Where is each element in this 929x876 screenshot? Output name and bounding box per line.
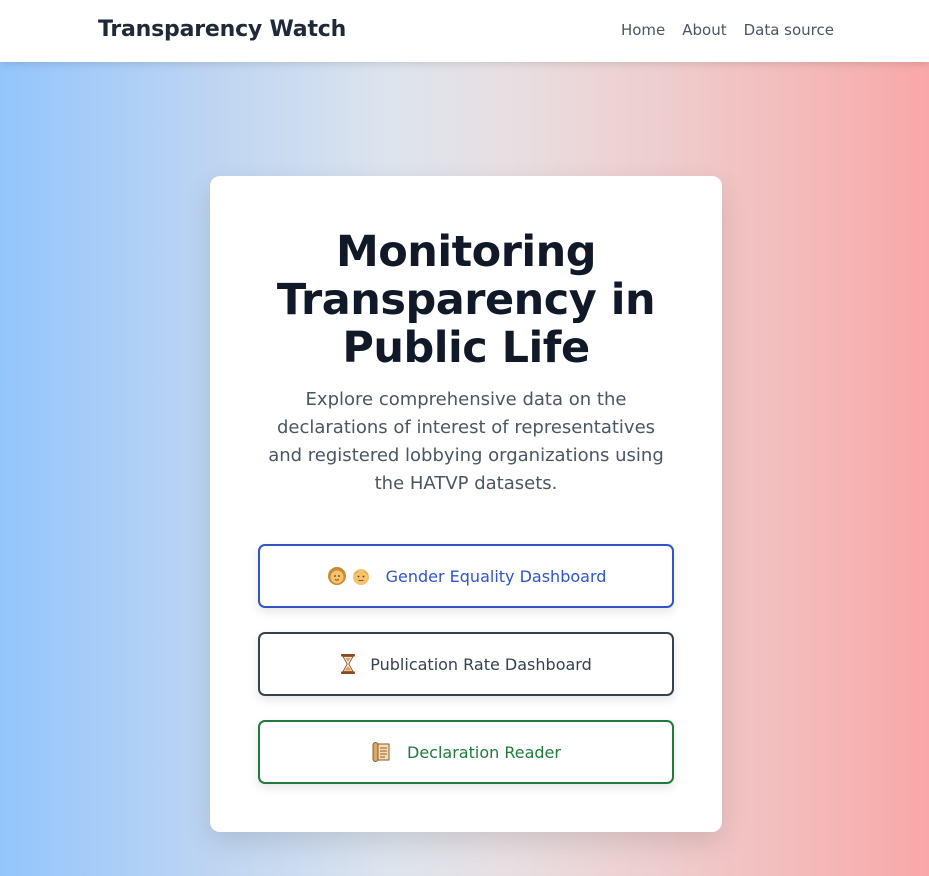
gender-equality-dashboard-button[interactable]: Gender Equality Dashboard — [258, 544, 674, 608]
brand-logo-text[interactable]: Transparency Watch — [98, 17, 346, 42]
top-navbar: Transparency Watch Home About Data sourc… — [0, 0, 929, 62]
nav-link-about[interactable]: About — [682, 21, 726, 39]
hourglass-icon — [340, 653, 356, 675]
nav-link-data-source[interactable]: Data source — [744, 21, 834, 39]
page-subtitle: Explore comprehensive data on the declar… — [268, 389, 664, 494]
scroll-icon — [371, 741, 393, 763]
publication-rate-dashboard-button[interactable]: Publication Rate Dashboard — [258, 632, 674, 696]
declaration-reader-button[interactable]: Declaration Reader — [258, 720, 674, 784]
woman-man-emoji-icon — [326, 565, 372, 587]
page-title: Monitoring Transparency in Public Life — [276, 227, 656, 373]
nav-links: Home About Data source — [621, 21, 834, 39]
publication-rate-dashboard-label: Publication Rate Dashboard — [370, 654, 592, 674]
hero-card: Monitoring Transparency in Public Life E… — [210, 176, 722, 832]
gender-equality-dashboard-label: Gender Equality Dashboard — [385, 566, 607, 586]
declaration-reader-label: Declaration Reader — [407, 742, 561, 762]
nav-link-home[interactable]: Home — [621, 21, 665, 39]
